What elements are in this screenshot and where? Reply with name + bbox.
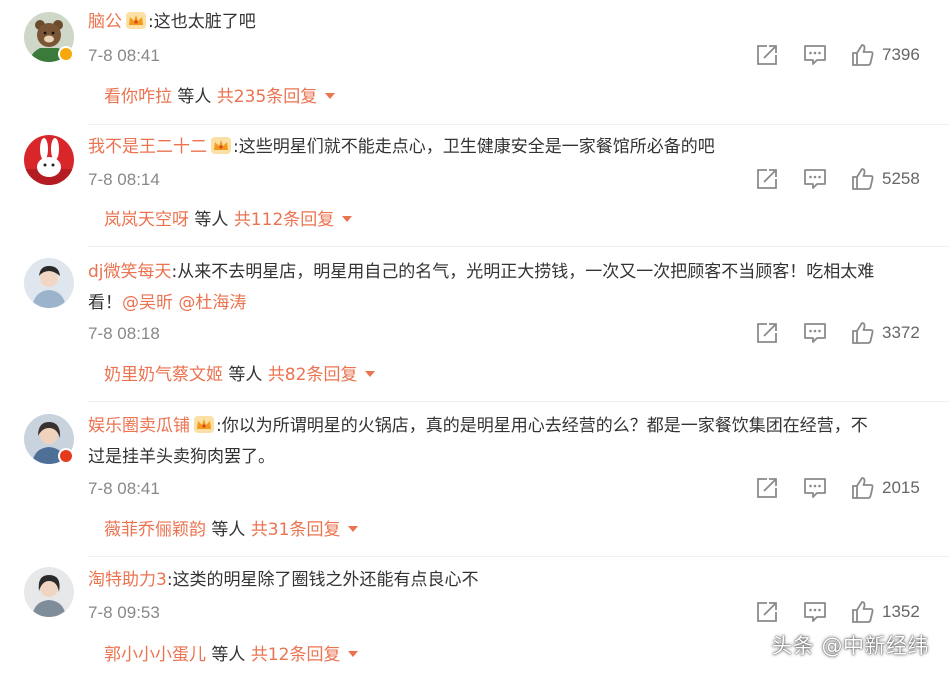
reply-user-link[interactable]: 薇菲乔俪颖韵: [104, 520, 206, 540]
comment-text: 脑公:这也太脏了吧: [88, 7, 928, 38]
reply-mid-text: 等人: [223, 365, 268, 385]
comment-time: 7-8 08:41: [88, 479, 160, 498]
comment-body: 从来不去明星店，明星用自己的名气，光明正大捞钱，一次又一次把顾客不当顾客！吃相太…: [177, 262, 875, 282]
like-count: 5258: [882, 169, 920, 188]
divider: [88, 556, 949, 557]
username-link[interactable]: dj微笑每天: [88, 262, 172, 282]
comment-text: 淘特助力3:这类的明星除了圈钱之外还能有点良心不: [88, 565, 928, 596]
crown-icon: [194, 416, 214, 433]
person-avatar-icon: [24, 567, 74, 617]
reply-user-link[interactable]: 奶里奶气蔡文姬: [104, 365, 223, 385]
comment-text: 我不是王二十二:这些明星们就不能走点心，卫生健康安全是一家餐馆所必备的吧: [88, 132, 928, 163]
comment-icon[interactable]: [802, 475, 828, 501]
reply-mid-text: 等人: [206, 645, 251, 665]
share-icon[interactable]: [754, 475, 780, 501]
reply-mid-text: 等人: [172, 87, 217, 107]
share-icon[interactable]: [754, 166, 780, 192]
comment-body: 这也太脏了吧: [153, 12, 256, 32]
chevron-down-icon[interactable]: [325, 93, 336, 99]
chevron-down-icon[interactable]: [342, 216, 353, 222]
comment-icon[interactable]: [802, 42, 828, 68]
username-link[interactable]: 娱乐圈卖瓜铺: [88, 416, 190, 436]
chevron-down-icon[interactable]: [348, 526, 359, 532]
comment-time: 7-8 09:53: [88, 603, 160, 622]
share-icon[interactable]: [754, 320, 780, 346]
comment-time: 7-8 08:18: [88, 324, 160, 343]
chevron-down-icon[interactable]: [348, 651, 359, 657]
like-count: 7396: [882, 45, 920, 64]
comment-icon[interactable]: [802, 599, 828, 625]
rabbit-avatar-icon: [24, 135, 74, 185]
reply-summary[interactable]: 郭小小小蛋儿 等人 共12条回复: [104, 643, 359, 667]
username-link[interactable]: 淘特助力3: [88, 570, 167, 590]
divider: [88, 124, 949, 125]
share-icon[interactable]: [754, 599, 780, 625]
like-icon[interactable]: [850, 166, 876, 192]
verified-badge-icon: [58, 46, 74, 62]
like-icon[interactable]: [850, 599, 876, 625]
like-icon[interactable]: [850, 42, 876, 68]
reply-summary[interactable]: 薇菲乔俪颖韵 等人 共31条回复: [104, 518, 359, 542]
username-link[interactable]: 我不是王二十二: [88, 137, 207, 157]
like-icon[interactable]: [850, 320, 876, 346]
crown-icon: [126, 12, 146, 29]
username-link[interactable]: 脑公: [88, 12, 122, 32]
avatar[interactable]: [24, 567, 74, 617]
reply-count-link[interactable]: 共12条回复: [251, 645, 341, 665]
comment-time: 7-8 08:41: [88, 46, 160, 65]
reply-summary[interactable]: 岚岚天空呀 等人 共112条回复: [104, 208, 353, 232]
reply-count-link[interactable]: 共235条回复: [217, 87, 317, 107]
reply-count-link[interactable]: 共112条回复: [234, 210, 334, 230]
comment-text: dj微笑每天:从来不去明星店，明星用自己的名气，光明正大捞钱，一次又一次把顾客不…: [88, 257, 928, 319]
mention-links[interactable]: @吴昕 @杜海涛: [122, 293, 246, 313]
reply-mid-text: 等人: [189, 210, 234, 230]
comment-icon[interactable]: [802, 320, 828, 346]
like-count: 2015: [882, 478, 920, 497]
divider: [88, 401, 949, 402]
reply-user-link[interactable]: 看你咋拉: [104, 87, 172, 107]
comment-text: 娱乐圈卖瓜铺:你以为所谓明星的火锅店，真的是明星用心去经营的么？都是一家餐饮集团…: [88, 411, 928, 473]
comment-body-cont: 看！: [88, 293, 122, 313]
comment-icon[interactable]: [802, 166, 828, 192]
crown-icon: [211, 137, 231, 154]
comment-body: 这些明星们就不能走点心，卫生健康安全是一家餐馆所必备的吧: [238, 137, 715, 157]
reply-mid-text: 等人: [206, 520, 251, 540]
chevron-down-icon[interactable]: [365, 371, 376, 377]
comment-body-cont: 过是挂羊头卖狗肉罢了。: [88, 447, 275, 467]
like-count: 3372: [882, 323, 920, 342]
reply-count-link[interactable]: 共31条回复: [251, 520, 341, 540]
reply-user-link[interactable]: 郭小小小蛋儿: [104, 645, 206, 665]
reply-summary[interactable]: 看你咋拉 等人 共235条回复: [104, 85, 336, 109]
reply-summary[interactable]: 奶里奶气蔡文姬 等人 共82条回复: [104, 363, 376, 387]
like-count: 1352: [882, 602, 920, 621]
like-icon[interactable]: [850, 475, 876, 501]
comment-time: 7-8 08:14: [88, 170, 160, 189]
reply-user-link[interactable]: 岚岚天空呀: [104, 210, 189, 230]
reply-count-link[interactable]: 共82条回复: [268, 365, 358, 385]
comment-body: 这类的明星除了圈钱之外还能有点良心不: [172, 570, 479, 590]
verified-badge-icon: [58, 448, 74, 464]
share-icon[interactable]: [754, 42, 780, 68]
avatar[interactable]: [24, 135, 74, 185]
watermark: 头条 @中新经纬: [771, 634, 929, 658]
avatar[interactable]: [24, 258, 74, 308]
person-avatar-icon: [24, 258, 74, 308]
comment-body: 你以为所谓明星的火锅店，真的是明星用心去经营的么？都是一家餐饮集团在经营，不: [221, 416, 868, 436]
divider: [88, 246, 949, 247]
